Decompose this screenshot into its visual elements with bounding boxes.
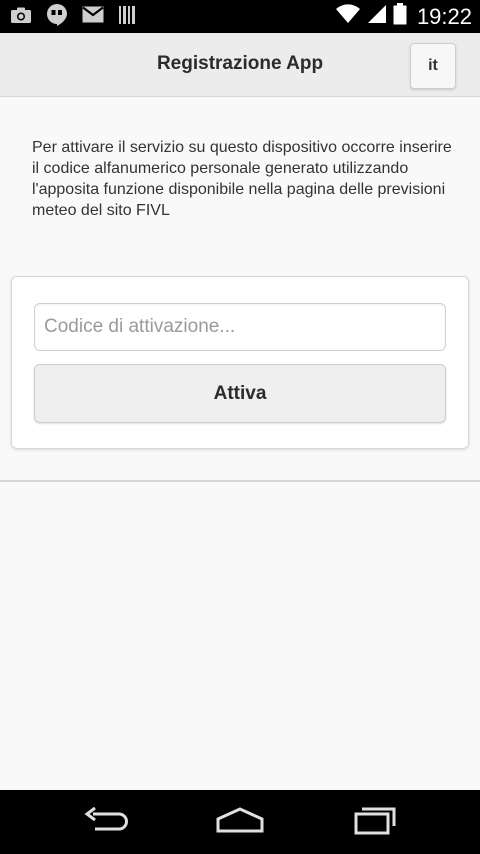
navigation-bar <box>0 790 480 854</box>
home-icon <box>214 805 266 840</box>
clock: 19:22 <box>416 3 472 29</box>
main-content: Per attivare il servizio su questo dispo… <box>0 97 480 482</box>
recent-apps-icon <box>350 805 398 840</box>
intro-text: Per attivare il servizio su questo dispo… <box>32 139 452 219</box>
app-header: Registrazione App it <box>0 33 480 97</box>
page-title: Registrazione App <box>156 53 324 74</box>
system-icons: 19:22 <box>335 0 472 33</box>
back-icon <box>83 805 131 840</box>
battery-icon <box>393 3 407 30</box>
notification-icons <box>10 3 136 32</box>
camera-icon <box>10 6 32 29</box>
activate-button[interactable]: Attiva <box>34 364 446 423</box>
recent-apps-button[interactable] <box>344 802 404 842</box>
language-button[interactable]: it <box>410 43 456 89</box>
home-button[interactable] <box>210 802 270 842</box>
activation-card: Attiva <box>11 276 469 449</box>
hangouts-icon <box>46 3 68 32</box>
back-button[interactable] <box>77 802 137 842</box>
barcode-icon <box>118 5 136 30</box>
empty-area <box>0 484 480 790</box>
gmail-icon <box>82 6 104 28</box>
status-bar: 19:22 <box>0 0 480 33</box>
activation-code-input[interactable] <box>34 303 446 351</box>
signal-icon <box>367 4 387 29</box>
wifi-icon <box>335 4 361 29</box>
